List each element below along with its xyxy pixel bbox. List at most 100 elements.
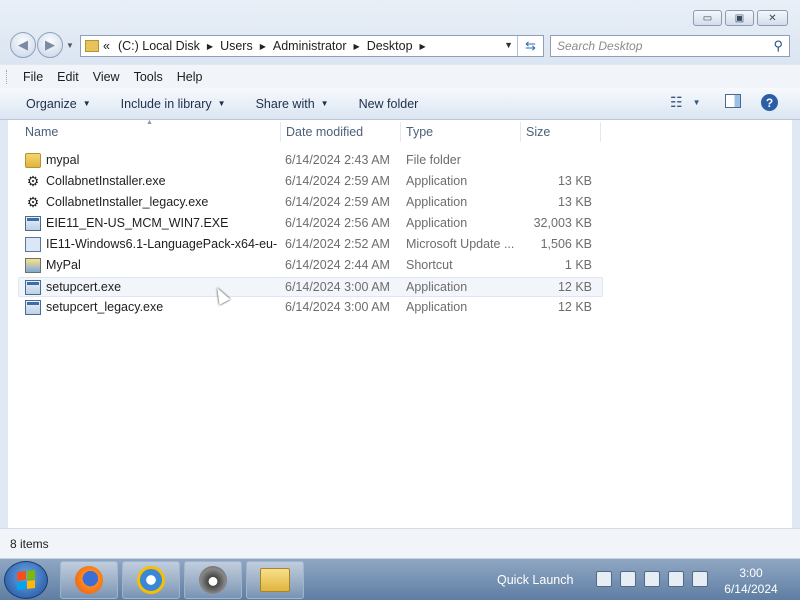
file-size: 1,506 KB bbox=[540, 237, 592, 251]
file-row-eie11[interactable]: EIE11_EN-US_MCM_WIN7.EXE 6/14/2024 2:56 … bbox=[19, 214, 604, 234]
file-size: 13 KB bbox=[557, 174, 592, 188]
command-toolbar: Organize ▼ Include in library ▼ Share with… bbox=[0, 88, 800, 120]
network-icon[interactable] bbox=[668, 571, 684, 587]
column-divider[interactable] bbox=[400, 122, 401, 142]
menu-edit[interactable]: Edit bbox=[57, 70, 79, 84]
window-titlebar: ▭ ▣ ✕ ◀ ▶ ▼ « (C:) Local Disk ▶ Users ▶ Ad… bbox=[0, 0, 800, 64]
file-name: MyPal bbox=[46, 258, 81, 272]
file-type: File folder bbox=[406, 153, 461, 167]
file-date: 6/14/2024 2:44 AM bbox=[285, 258, 390, 272]
quick-launch-label[interactable]: Quick Launch bbox=[497, 573, 573, 587]
minimize-button[interactable]: ▭ bbox=[693, 10, 722, 26]
file-row-collabnetinstaller[interactable]: ⚙ CollabnetInstaller.exe 6/14/2024 2:59 … bbox=[19, 172, 604, 192]
chevron-right-icon[interactable]: ▶ bbox=[207, 42, 213, 51]
recent-pages-dropdown[interactable]: ▼ bbox=[66, 41, 74, 50]
address-dropdown-icon[interactable]: ▼ bbox=[504, 40, 513, 50]
search-icon[interactable]: ⚲ bbox=[773, 38, 783, 54]
folder-icon bbox=[25, 153, 41, 168]
menu-help[interactable]: Help bbox=[177, 70, 203, 84]
back-arrow-icon: ◀ bbox=[18, 37, 28, 52]
navigation-buttons: ◀ ▶ ▼ bbox=[10, 32, 74, 58]
file-row-collabnetinstaller-legacy[interactable]: ⚙ CollabnetInstaller_legacy.exe 6/14/202… bbox=[19, 193, 604, 213]
file-type: Application bbox=[406, 216, 468, 230]
maximize-button[interactable]: ▣ bbox=[725, 10, 754, 26]
organize-button[interactable]: Organize ▼ bbox=[26, 97, 91, 111]
windows-logo-icon bbox=[17, 570, 35, 590]
refresh-button[interactable]: ⇆ bbox=[517, 36, 543, 56]
file-name: EIE11_EN-US_MCM_WIN7.EXE bbox=[46, 216, 229, 230]
file-name: setupcert.exe bbox=[46, 280, 122, 294]
maximize-icon: ▣ bbox=[734, 12, 745, 24]
column-divider[interactable] bbox=[600, 122, 601, 142]
search-input[interactable]: Search Desktop ⚲ bbox=[550, 35, 790, 57]
volume-muted-icon[interactable] bbox=[692, 571, 708, 587]
breadcrumb-overflow[interactable]: « bbox=[103, 39, 110, 53]
breadcrumb-item-desktop[interactable]: Desktop bbox=[367, 39, 413, 53]
file-name: CollabnetInstaller.exe bbox=[46, 174, 166, 188]
firefox-icon bbox=[75, 566, 103, 594]
forward-button[interactable]: ▶ bbox=[37, 32, 63, 58]
start-button[interactable] bbox=[4, 561, 48, 599]
clock-time: 3:00 bbox=[739, 566, 763, 580]
file-row-mypal-shortcut[interactable]: MyPal 6/14/2024 2:44 AM Shortcut 1 KB bbox=[19, 256, 604, 276]
address-bar[interactable]: « (C:) Local Disk ▶ Users ▶ Administrator ▶… bbox=[80, 35, 544, 57]
security-icon[interactable] bbox=[596, 571, 612, 587]
column-header-name[interactable]: Name bbox=[25, 125, 58, 139]
file-date: 6/14/2024 2:59 AM bbox=[285, 174, 390, 188]
action-center-flag-icon[interactable] bbox=[644, 571, 660, 587]
system-tray bbox=[596, 571, 716, 587]
breadcrumb-item-administrator[interactable]: Administrator bbox=[273, 39, 347, 53]
taskbar-internet-explorer[interactable] bbox=[122, 561, 180, 599]
menu-tools[interactable]: Tools bbox=[134, 70, 163, 84]
file-date: 6/14/2024 2:59 AM bbox=[285, 195, 390, 209]
preview-pane-icon bbox=[725, 94, 741, 108]
back-button[interactable]: ◀ bbox=[10, 32, 36, 58]
raccoon-icon bbox=[199, 566, 227, 594]
file-row-setupcert[interactable]: setupcert.exe 6/14/2024 3:00 AM Applicat… bbox=[18, 277, 603, 297]
chevron-right-icon[interactable]: ▶ bbox=[260, 42, 266, 51]
search-placeholder: Search Desktop bbox=[557, 39, 643, 53]
system-clock[interactable]: 3:00 6/14/2024 bbox=[714, 565, 788, 597]
file-size: 13 KB bbox=[557, 195, 592, 209]
preview-pane-button[interactable] bbox=[725, 94, 741, 108]
new-folder-button[interactable]: New folder bbox=[359, 97, 419, 111]
help-button[interactable]: ? bbox=[761, 94, 778, 111]
file-row-setupcert-legacy[interactable]: setupcert_legacy.exe 6/14/2024 3:00 AM A… bbox=[19, 298, 604, 318]
file-row-mypal[interactable]: mypal 6/14/2024 2:43 AM File folder bbox=[19, 151, 604, 171]
file-date: 6/14/2024 2:43 AM bbox=[285, 153, 390, 167]
file-date: 6/14/2024 3:00 AM bbox=[285, 300, 390, 314]
file-type: Application bbox=[406, 280, 468, 294]
taskbar-firefox[interactable] bbox=[60, 561, 118, 599]
view-options-button[interactable]: ☷ ▼ bbox=[670, 94, 700, 111]
share-with-button[interactable]: Share with ▼ bbox=[256, 97, 329, 111]
chevron-down-icon: ▼ bbox=[692, 98, 701, 107]
include-in-library-button[interactable]: Include in library ▼ bbox=[121, 97, 226, 111]
clock-date: 6/14/2024 bbox=[724, 582, 778, 596]
shortcut-icon bbox=[25, 258, 41, 273]
installer-icon: ⚙ bbox=[26, 173, 40, 189]
column-header-size[interactable]: Size bbox=[526, 125, 550, 139]
column-header-date-modified[interactable]: Date modified bbox=[286, 125, 363, 139]
menu-file[interactable]: File bbox=[23, 70, 43, 84]
refresh-icon: ⇆ bbox=[525, 38, 536, 53]
installer-icon: ⚙ bbox=[26, 194, 40, 210]
file-type: Application bbox=[406, 174, 468, 188]
taskbar-windows-explorer[interactable] bbox=[246, 561, 304, 599]
file-row-ie11-languagepack[interactable]: IE11-Windows6.1-LanguagePack-x64-eu-... … bbox=[19, 235, 604, 255]
file-name: setupcert_legacy.exe bbox=[46, 300, 164, 314]
printer-icon[interactable] bbox=[620, 571, 636, 587]
chevron-right-icon[interactable]: ▶ bbox=[420, 42, 426, 51]
breadcrumb-item-local-disk[interactable]: (C:) Local Disk bbox=[118, 39, 200, 53]
chevron-right-icon[interactable]: ▶ bbox=[354, 42, 360, 51]
taskbar-mypal[interactable] bbox=[184, 561, 242, 599]
status-bar: 8 items bbox=[0, 528, 800, 558]
column-divider[interactable] bbox=[280, 122, 281, 142]
column-divider[interactable] bbox=[520, 122, 521, 142]
close-button[interactable]: ✕ bbox=[757, 10, 788, 26]
column-header-type[interactable]: Type bbox=[406, 125, 433, 139]
update-package-icon bbox=[25, 237, 41, 252]
breadcrumb-item-users[interactable]: Users bbox=[220, 39, 253, 53]
breadcrumb: « (C:) Local Disk ▶ Users ▶ Administrator ▶… bbox=[103, 39, 433, 53]
menu-view[interactable]: View bbox=[93, 70, 120, 84]
file-list: ▲ Name Date modified Type Size mypal 6/1… bbox=[8, 119, 792, 528]
